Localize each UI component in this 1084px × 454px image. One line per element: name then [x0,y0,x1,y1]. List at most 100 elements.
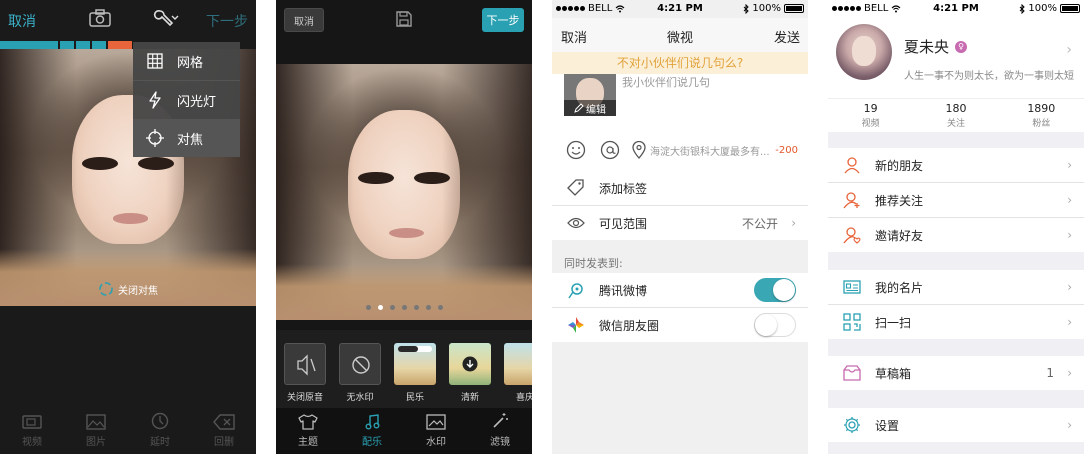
row-add-tag[interactable]: 添加标签 [552,171,808,205]
page-dot[interactable] [389,305,395,310]
stat-label: 粉丝 [1032,119,1051,129]
profile-header[interactable]: 夏未央 ♀ 人生一事不为则太长，欲为一事则太短 › [828,18,1084,98]
row-label: 我的名片 [875,280,924,295]
tab-backspace[interactable]: 回删 [192,408,256,454]
progress-segment [108,41,132,49]
tab-label: 主题 [298,437,318,448]
editor-screen: 取消 下一步 关闭原音 无水印 民乐 清新 喜庆 主题 配乐 水印 滤镜 [276,0,532,454]
effect-strip: 关闭原音 无水印 民乐 清新 喜庆 [276,330,532,408]
page-dot[interactable] [401,305,407,310]
effect-folk-music[interactable] [394,343,436,385]
camera-tab-bar: 视频 图片 延时 回删 [0,408,256,454]
location-text[interactable]: 海淀大街银科大厦最多有... [650,143,770,158]
tab-timer[interactable]: 延时 [128,408,192,454]
tab-filter[interactable]: 滤镜 [468,408,532,454]
focus-off-indicator[interactable]: 关闭对焦 [98,281,158,297]
focus-icon [133,129,177,147]
save-icon[interactable] [395,10,413,28]
stat-videos[interactable]: 19 视频 [828,99,913,132]
menu-item-label: 网格 [177,55,204,71]
backspace-icon [213,414,235,430]
page-dot-active[interactable] [377,305,383,310]
menu-item-grid[interactable]: 网格 [133,42,240,80]
status-bar: BELL 4:21 PM 100% [828,0,1084,18]
profile-stats: 19 视频 180 关注 1890 粉丝 [828,98,1084,132]
stat-number: 1890 [1027,102,1056,115]
emoji-icon[interactable] [566,140,586,160]
page-dot[interactable] [413,305,419,310]
page-dot[interactable] [365,305,371,310]
tab-theme[interactable]: 主题 [276,408,340,454]
status-right: 100% [743,3,804,14]
effect-fresh[interactable] [449,343,491,385]
tencent-weibo-toggle[interactable] [754,278,796,302]
tab-label: 回删 [214,437,234,448]
stat-label: 关注 [946,119,965,129]
row-drafts[interactable]: 草稿箱 1 › [828,356,1084,390]
effect-label: 喜庆 [515,393,532,403]
send-button[interactable]: 发送 [774,27,800,46]
video-preview[interactable] [276,64,532,320]
tab-watermark[interactable]: 水印 [404,408,468,454]
menu-item-focus[interactable]: 对焦 [133,119,240,157]
download-progress [398,346,432,352]
caption-ghost-text: 我小伙伴们说几句 [622,76,710,89]
switch-camera-icon[interactable] [88,8,112,28]
location-pin-icon[interactable] [632,141,646,159]
row-recommend-follow[interactable]: 推荐关注 › [828,183,1084,217]
menu-item-label: 对焦 [177,132,204,148]
row-label: 新的朋友 [875,158,924,173]
compose-area: 我小伙伴们说几句 编辑 不对小伙伴们说几句么? 海淀大街银科大厦最多有... -… [552,52,808,172]
wrench-icon[interactable] [146,8,180,28]
battery-percent: 100% [1028,3,1057,14]
profile-name-row: 夏未央 ♀ [904,36,968,57]
drafts-icon [828,365,875,381]
next-button[interactable]: 下一步 [482,8,524,32]
wechat-moments-toggle[interactable] [754,313,796,337]
tencent-weibo-icon [552,281,599,299]
tab-video[interactable]: 视频 [0,408,64,454]
row-qr-scan[interactable]: 扫一扫 › [828,305,1084,339]
prohibited-icon [352,356,370,374]
stat-following[interactable]: 180 关注 [913,99,998,132]
mention-icon[interactable] [600,140,620,160]
row-new-friends[interactable]: 新的朋友 › [828,148,1084,182]
chevron-right-icon: › [1067,158,1072,172]
focus-ring-icon [99,282,113,296]
editor-tab-bar: 主题 配乐 水印 滤镜 [276,408,532,454]
tab-music[interactable]: 配乐 [340,408,404,454]
effect-no-watermark[interactable] [339,343,381,385]
tab-image[interactable]: 图片 [64,408,128,454]
effect-festive[interactable] [504,343,532,385]
tag-icon [552,179,599,197]
page-indicator [276,305,532,310]
stat-followers[interactable]: 1890 粉丝 [999,99,1084,132]
video-icon [22,415,42,429]
next-button[interactable]: 下一步 [206,11,248,31]
row-share-tencent-weibo: 腾讯微博 [552,273,808,307]
user-name: 夏未央 [904,38,950,56]
cancel-button[interactable]: 取消 [8,11,36,31]
eye-icon [552,216,599,230]
cancel-button[interactable]: 取消 [284,8,324,32]
row-visibility[interactable]: 可见范围 不公开 › [552,206,808,240]
avatar-face [852,36,876,66]
camera-screen: 取消 下一步 关闭对焦 网格 闪光灯 对焦 视频 图片 延时 回删 [0,0,256,454]
magic-wand-icon [493,413,508,428]
camera-top-bar: 取消 下一步 [0,0,256,38]
page-dot[interactable] [425,305,431,310]
row-share-wechat-moments: 微信朋友圈 [552,308,808,342]
menu-item-flash[interactable]: 闪光灯 [133,81,240,119]
row-business-card[interactable]: 我的名片 › [828,270,1084,304]
effect-mute-original[interactable] [284,343,326,385]
progress-segment [92,41,106,49]
row-invite-friends[interactable]: 邀请好友 › [828,218,1084,252]
row-label: 腾讯微博 [599,283,648,298]
page-dot[interactable] [437,305,443,310]
avatar[interactable] [836,24,892,80]
tab-label: 配乐 [362,437,382,448]
chevron-right-icon: › [1067,280,1072,294]
tab-label: 滤镜 [490,437,510,448]
row-settings[interactable]: 设置 › [828,408,1084,442]
edit-thumbnail-button[interactable]: 编辑 [564,100,616,116]
